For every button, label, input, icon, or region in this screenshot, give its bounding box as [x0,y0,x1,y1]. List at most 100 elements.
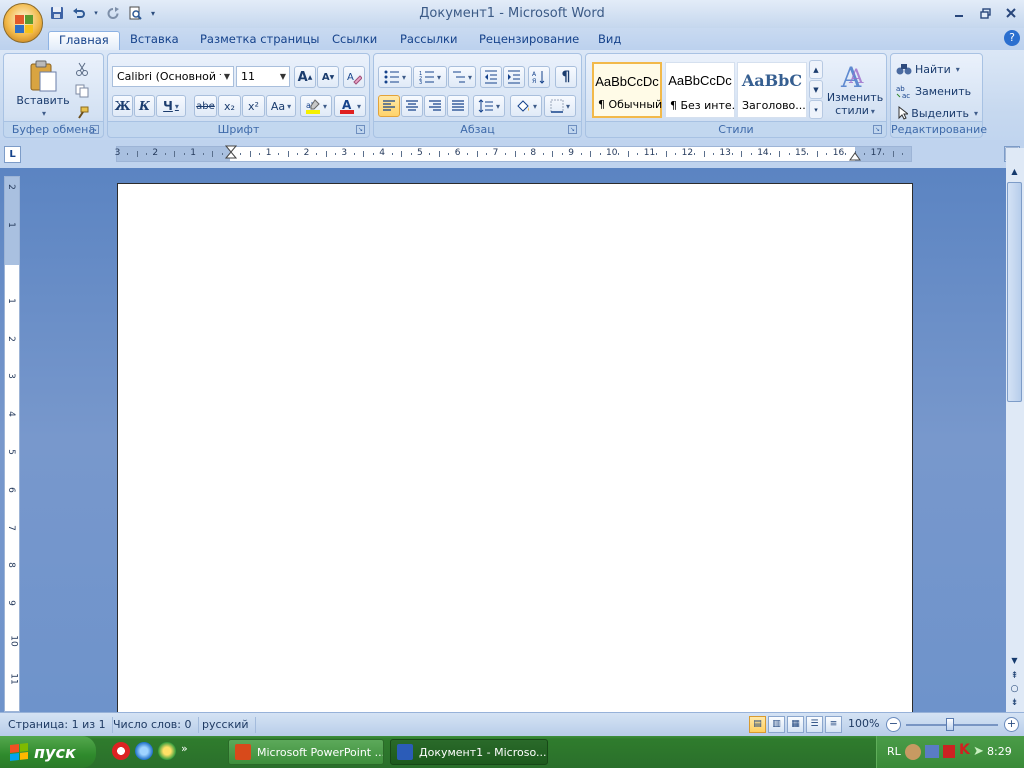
indent-marker-icon[interactable] [225,145,237,163]
style-no-spacing[interactable]: AaBbCcDc ¶ Без инте... [665,62,735,118]
highlight-button[interactable]: ab ▾ [300,95,332,117]
page-count-status[interactable]: Страница: 1 из 1 [2,717,113,733]
align-center-button[interactable] [401,95,423,117]
font-name-combo[interactable]: Calibri (Основной те ▼ [112,66,234,87]
paragraph-launcher-icon[interactable]: ↘ [568,125,577,134]
bullets-button[interactable]: ▾ [378,66,412,88]
change-styles-button[interactable]: AA Изменить стили ▾ [826,57,884,121]
format-painter-icon[interactable] [72,104,92,122]
media-player-icon[interactable] [158,742,176,760]
acrobat-tray-icon[interactable] [943,745,955,758]
reading-view-icon[interactable]: ▥ [768,716,785,733]
outline-view-icon[interactable]: ☰ [806,716,823,733]
font-name-dropdown-icon[interactable]: ▼ [221,67,233,86]
sort-button[interactable]: AЯ [528,66,550,88]
horizontal-ruler[interactable]: 3 2 1 1 2 3 4 5 6 7 8 9 10 11 12 13 14 15 16 17 [115,145,912,163]
grow-font-button[interactable]: A ▲ [294,66,316,88]
browse-object-icon[interactable]: ○ [1007,682,1022,697]
start-button[interactable]: пуск [0,736,96,768]
tab-home[interactable]: Главная [48,31,120,50]
style-heading[interactable]: AaBbC Заголово... [737,62,807,118]
taskbar-item-word[interactable]: Документ1 - Microso... [390,739,548,765]
zoom-out-icon[interactable]: − [886,717,901,732]
next-page-icon[interactable]: ⇟ [1007,696,1022,711]
vertical-scrollbar[interactable]: ▲ ▼ ⇞ ○ ⇟ [1006,148,1024,712]
language-indicator[interactable]: RL [887,745,901,758]
paste-button[interactable]: Вставить ▾ [10,58,76,120]
copy-icon[interactable] [72,82,92,100]
line-spacing-button[interactable]: ▾ [473,95,505,117]
vertical-ruler[interactable]: 2 1 1 2 3 4 5 6 7 8 9 10 11 [4,176,20,712]
web-layout-view-icon[interactable]: ▦ [787,716,804,733]
justify-button[interactable] [447,95,469,117]
clock[interactable]: 8:29 [987,745,1012,758]
clipboard-launcher-icon[interactable]: ↘ [90,125,99,134]
superscript-button[interactable]: x² [242,95,265,117]
clear-formatting-button[interactable]: A [343,66,365,88]
bold-button[interactable]: Ж [112,95,133,117]
print-layout-view-icon[interactable]: ▤ [749,716,766,733]
right-indent-marker-icon[interactable] [849,151,861,161]
draft-view-icon[interactable]: ≡ [825,716,842,733]
send-icon[interactable]: ➤ [973,744,984,759]
taskbar-item-powerpoint[interactable]: Microsoft PowerPoint ... [228,739,384,765]
show-marks-button[interactable]: ¶ [555,66,577,88]
underline-button[interactable]: Ч ▾ [156,95,186,117]
align-right-button[interactable] [424,95,446,117]
change-case-button[interactable]: Aa ▾ [266,95,296,117]
numbering-button[interactable]: 123 ▾ [413,66,447,88]
close-icon[interactable] [998,2,1024,24]
document-page[interactable] [117,183,913,723]
styles-launcher-icon[interactable]: ↘ [873,125,882,134]
find-button[interactable]: Найти ▾ [895,58,979,80]
tab-mailings[interactable]: Рассылки [390,31,467,50]
ruler-number: 11 [643,148,656,158]
align-left-button[interactable] [378,95,400,117]
tab-selector-button[interactable]: L [4,146,21,163]
quick-launch-more-icon[interactable]: » [181,742,191,760]
tab-review[interactable]: Рецензирование [469,31,589,50]
office-button[interactable] [3,3,43,43]
help-icon[interactable]: ? [1004,30,1020,46]
cut-icon[interactable] [72,60,92,78]
replace-button[interactable]: ab ac Заменить [895,80,979,102]
decrease-indent-button[interactable] [480,66,502,88]
ruler-tick [240,153,242,155]
font-size-combo[interactable]: 11 ▼ [236,66,290,87]
scroll-thumb[interactable] [1007,182,1022,402]
shrink-font-button[interactable]: A ▼ [317,66,339,88]
style-normal[interactable]: AaBbCcDc ¶ Обычный [592,62,662,118]
styles-more-icon[interactable]: ▾ [809,100,823,119]
multilevel-list-button[interactable]: ▾ [448,66,476,88]
tab-references[interactable]: Ссылки [322,31,387,50]
font-color-button[interactable]: A ▾ [334,95,366,117]
zoom-level[interactable]: 100% [848,717,879,730]
restore-icon[interactable] [972,2,998,24]
scroll-down-icon[interactable]: ▼ [1007,653,1022,668]
font-launcher-icon[interactable]: ↘ [356,125,365,134]
styles-scroll-up-icon[interactable]: ▲ [809,60,823,79]
scroll-up-icon[interactable]: ▲ [1007,164,1022,179]
shading-button[interactable]: ▾ [510,95,542,117]
opera-icon[interactable] [112,742,130,760]
language-status[interactable]: русский [196,717,256,733]
styles-scroll-down-icon[interactable]: ▼ [809,80,823,99]
tab-insert[interactable]: Вставка [120,31,189,50]
increase-indent-button[interactable] [503,66,525,88]
zoom-slider-thumb[interactable] [946,718,954,731]
kaspersky-icon[interactable]: K [959,742,970,758]
strikethrough-button[interactable]: abe [194,95,217,117]
minimize-icon[interactable] [946,2,972,24]
ruler-tick [164,153,166,155]
tab-view[interactable]: Вид [588,31,631,50]
font-size-dropdown-icon[interactable]: ▼ [277,67,289,86]
borders-button[interactable]: ▾ [544,95,576,117]
subscript-button[interactable]: x₂ [218,95,241,117]
internet-explorer-icon[interactable] [135,742,153,760]
italic-button[interactable]: К [134,95,155,117]
tray-collapse-icon[interactable] [905,744,921,760]
zoom-in-icon[interactable]: + [1004,717,1019,732]
word-count-status[interactable]: Число слов: 0 [107,717,199,733]
network-icon[interactable] [925,745,939,758]
tab-page-layout[interactable]: Разметка страницы [190,31,329,50]
